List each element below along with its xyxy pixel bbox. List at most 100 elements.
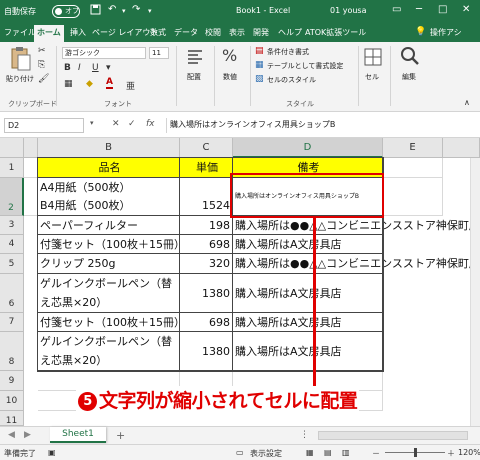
italic-button[interactable]: I [78, 63, 81, 73]
find-icon[interactable] [400, 46, 420, 69]
border-icon[interactable]: ▦ [64, 79, 73, 89]
font-name-box[interactable]: 游ゴシック [62, 47, 146, 59]
sheet-tab-sheet1[interactable]: Sheet1 [50, 427, 106, 443]
horizontal-scrollbar[interactable] [318, 431, 468, 440]
tab-file[interactable]: ファイル [4, 27, 36, 38]
insert-function-button[interactable]: fx [146, 119, 155, 129]
column-header-d[interactable]: D [233, 138, 383, 158]
tab-home[interactable]: ホーム [34, 25, 64, 42]
name-box-dropdown-icon[interactable]: ▾ [90, 119, 94, 127]
cell-c8[interactable]: 1380 [180, 332, 233, 371]
alignment-icon[interactable] [186, 48, 204, 69]
phonetic-icon[interactable]: 亜 [126, 79, 135, 92]
conditional-format-icon[interactable]: ▤ [255, 46, 264, 56]
cell-a2[interactable] [24, 178, 38, 216]
cell-d7[interactable]: 購入場所はA文房具店 [233, 313, 383, 332]
undo-icon[interactable]: ↶ [108, 4, 116, 15]
page-layout-view-icon[interactable]: ▤ [324, 448, 332, 457]
paste-icon[interactable] [10, 46, 32, 75]
add-sheet-button[interactable]: + [116, 429, 125, 442]
zoom-in-button[interactable]: ＋ [447, 448, 455, 459]
tab-formulas[interactable]: 数式 [150, 27, 166, 38]
underline-button[interactable]: U [92, 63, 99, 73]
cell-a1[interactable] [24, 158, 38, 178]
font-color-button[interactable]: A [106, 77, 113, 89]
cell-b2[interactable]: A4用紙（500枚） B4用紙（500枚） [38, 178, 180, 216]
formula-input[interactable]: 購入場所はオンラインオフィス用具ショップB [166, 118, 476, 133]
row-header[interactable]: 6 [0, 274, 24, 313]
row-header[interactable]: 9 [0, 371, 24, 391]
name-box[interactable]: D2 [4, 118, 84, 133]
tab-tell-me[interactable]: 操作アシ [430, 27, 462, 38]
conditional-format-button[interactable]: 条件付き書式 [267, 47, 309, 57]
normal-view-icon[interactable]: ▦ [306, 448, 314, 457]
cut-icon[interactable]: ✂ [38, 46, 46, 56]
enter-icon[interactable]: ✓ [128, 119, 136, 129]
close-icon[interactable]: ✕ [462, 4, 470, 15]
column-header-b[interactable]: B [38, 138, 180, 158]
number-label[interactable]: 数値 [223, 72, 237, 82]
ribbon-display-icon[interactable]: ▭ [392, 4, 401, 15]
row-header[interactable]: 10 [0, 391, 24, 411]
tab-data[interactable]: データ [174, 27, 198, 38]
display-settings-icon[interactable]: ▭ [236, 448, 244, 457]
cell-e2[interactable] [383, 178, 443, 216]
zoom-level[interactable]: 120% [458, 448, 480, 457]
tab-review[interactable]: 校閲 [205, 27, 221, 38]
autosave-toggle[interactable]: オフ [52, 5, 80, 18]
next-sheet-icon[interactable]: ▶ [24, 430, 31, 440]
cell-b4[interactable]: 付箋セット（100枚＋15冊） [38, 235, 185, 254]
vertical-scrollbar[interactable] [470, 158, 480, 426]
cell-c4[interactable]: 698 [180, 235, 233, 254]
cell-c1[interactable]: 単価 [180, 158, 233, 178]
editing-label[interactable]: 編集 [402, 72, 416, 82]
cell-c3[interactable]: 198 [180, 216, 233, 235]
format-as-table-button[interactable]: テーブルとして書式設定 [267, 61, 343, 71]
maximize-icon[interactable]: □ [438, 4, 447, 15]
collapse-ribbon-icon[interactable]: ∧ [464, 98, 470, 107]
cell-d8[interactable]: 購入場所はA文房具店 [233, 332, 383, 371]
undo-dropdown-icon[interactable]: ▾ [122, 7, 126, 15]
cell-d4[interactable]: 購入場所はA文房具店 [233, 235, 383, 254]
cell-styles-button[interactable]: セルのスタイル [267, 75, 316, 85]
alignment-label[interactable]: 配置 [187, 72, 201, 82]
row-header[interactable]: 1 [0, 158, 24, 178]
column-header-e[interactable]: E [383, 138, 443, 158]
sheet-tabs-splitter-icon[interactable]: ⋮ [300, 430, 309, 440]
prev-sheet-icon[interactable]: ◀ [8, 430, 15, 440]
cell-b1[interactable]: 品名 [38, 158, 180, 178]
font-size-box[interactable]: 11 [149, 47, 169, 59]
row-header[interactable]: 7 [0, 313, 24, 332]
page-break-view-icon[interactable]: ▥ [342, 448, 350, 457]
zoom-slider-knob[interactable] [414, 448, 417, 457]
row-header[interactable]: 3 [0, 216, 24, 235]
cell-d5[interactable]: 購入場所は●●△△コンビニエンスストア神保町店 [233, 254, 480, 274]
number-format-icon[interactable]: % [222, 46, 237, 65]
format-painter-icon[interactable]: 🖌 [38, 74, 49, 84]
zoom-out-button[interactable]: － [372, 448, 380, 459]
tab-developer[interactable]: 開発 [253, 27, 269, 38]
cell-e1[interactable] [383, 158, 443, 178]
macro-record-icon[interactable]: ▣ [48, 448, 56, 457]
tab-view[interactable]: 表示 [229, 27, 245, 38]
cell-d3[interactable]: 購入場所は●●△△コンビニエンスストア神保町店 [233, 216, 480, 235]
row-header[interactable]: 5 [0, 254, 24, 274]
cell-b3[interactable]: ペーパーフィルター [38, 216, 180, 235]
paste-label[interactable]: 貼り付け [6, 74, 34, 84]
column-header-c[interactable]: C [180, 138, 233, 158]
cancel-icon[interactable]: ✕ [112, 119, 120, 129]
cell-d6[interactable]: 購入場所はA文房具店 [233, 274, 383, 313]
customize-qat-icon[interactable]: ▾ [148, 7, 152, 15]
user-name[interactable]: 01 yousa [330, 6, 367, 15]
save-icon[interactable] [90, 4, 101, 18]
select-all-corner[interactable] [0, 138, 24, 158]
cell-c2[interactable]: 1524 [180, 178, 233, 216]
cell-styles-icon[interactable]: ▧ [255, 74, 264, 84]
cell-c6[interactable]: 1380 [180, 274, 233, 313]
column-header-f[interactable] [443, 138, 480, 158]
cell-b7[interactable]: 付箋セット（100枚＋15冊） [38, 313, 185, 332]
column-header-a[interactable] [24, 138, 38, 158]
tab-atok[interactable]: ATOK拡張ツール [305, 27, 366, 38]
underline-dropdown-icon[interactable]: ▾ [106, 63, 111, 73]
cells-icon[interactable] [364, 48, 382, 69]
